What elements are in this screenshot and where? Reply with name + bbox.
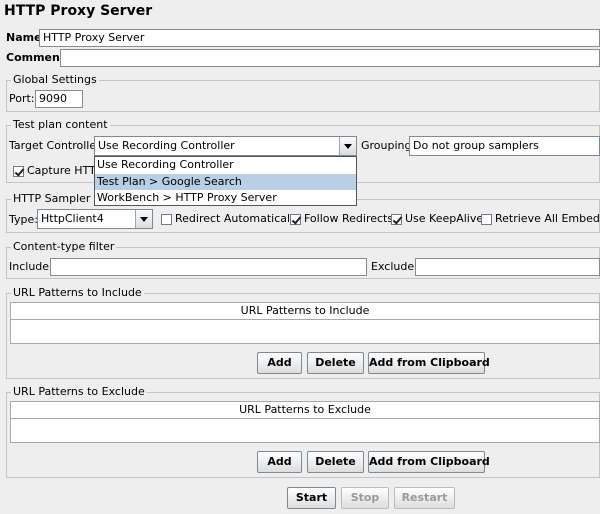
exclude-patterns-title: URL Patterns to Exclude bbox=[11, 385, 147, 399]
include-label: Include: bbox=[9, 260, 53, 273]
retrieve-embedded-label: Retrieve All Embedded bbox=[495, 212, 600, 225]
exclude-add-clipboard-button[interactable]: Add from Clipboard bbox=[368, 451, 490, 473]
name-field[interactable]: HTTP Proxy Server bbox=[39, 29, 600, 47]
comments-field[interactable] bbox=[60, 49, 600, 67]
grouping-value: Do not group samplers bbox=[413, 139, 539, 152]
redirect-auto-checkbox[interactable] bbox=[161, 214, 172, 225]
port-label: Port: bbox=[9, 92, 35, 105]
dropdown-option-proxy-server[interactable]: WorkBench > HTTP Proxy Server bbox=[95, 190, 356, 206]
target-controller-dropdown: Use Recording Controller Test Plan > Goo… bbox=[94, 156, 357, 206]
global-settings-title: Global Settings bbox=[11, 73, 99, 87]
stop-button[interactable]: Stop bbox=[341, 487, 389, 509]
restart-button[interactable]: Restart bbox=[394, 487, 455, 509]
port-field[interactable]: 9090 bbox=[35, 90, 83, 108]
type-label: Type: bbox=[9, 213, 38, 226]
dropdown-option-recording[interactable]: Use Recording Controller bbox=[95, 157, 356, 173]
grouping-combo[interactable]: Do not group samplers bbox=[409, 136, 600, 156]
follow-redirects-label: Follow Redirects bbox=[304, 212, 394, 225]
capture-http-checkbox[interactable] bbox=[13, 166, 24, 177]
keepalive-label: Use KeepAlive bbox=[405, 212, 484, 225]
exclude-patterns-table[interactable]: URL Patterns to Exclude bbox=[10, 401, 600, 443]
include-patterns-title: URL Patterns to Include bbox=[11, 286, 144, 300]
keepalive-checkbox[interactable] bbox=[391, 214, 402, 225]
include-add-button[interactable]: Add bbox=[257, 352, 302, 374]
type-combo[interactable]: HttpClient4 bbox=[37, 209, 153, 229]
chevron-down-icon[interactable] bbox=[135, 210, 152, 228]
start-button[interactable]: Start bbox=[287, 487, 336, 509]
follow-redirects-checkbox[interactable] bbox=[290, 214, 301, 225]
grouping-label: Grouping: bbox=[361, 139, 416, 152]
include-delete-button[interactable]: Delete bbox=[307, 352, 364, 374]
target-controller-value: Use Recording Controller bbox=[98, 139, 235, 152]
page-title: HTTP Proxy Server bbox=[4, 3, 153, 19]
test-plan-title: Test plan content bbox=[11, 118, 110, 132]
exclude-label: Exclude: bbox=[371, 260, 418, 273]
exclude-add-button[interactable]: Add bbox=[257, 451, 302, 473]
exclude-delete-button[interactable]: Delete bbox=[307, 451, 364, 473]
chevron-down-icon[interactable] bbox=[339, 137, 356, 155]
exclude-field[interactable] bbox=[415, 258, 600, 276]
target-controller-label: Target Controller: bbox=[9, 139, 105, 152]
retrieve-embedded-checkbox[interactable] bbox=[481, 214, 492, 225]
include-field[interactable] bbox=[50, 258, 367, 276]
exclude-patterns-header: URL Patterns to Exclude bbox=[11, 402, 599, 419]
dropdown-option-google-search[interactable]: Test Plan > Google Search bbox=[95, 174, 356, 190]
type-value: HttpClient4 bbox=[41, 212, 104, 225]
content-filter-title: Content-type filter bbox=[11, 240, 117, 254]
include-patterns-header: URL Patterns to Include bbox=[11, 303, 599, 320]
global-settings-panel: Global Settings bbox=[6, 73, 600, 112]
include-patterns-table[interactable]: URL Patterns to Include bbox=[10, 302, 600, 344]
target-controller-combo[interactable]: Use Recording Controller bbox=[94, 136, 357, 156]
include-add-clipboard-button[interactable]: Add from Clipboard bbox=[368, 352, 490, 374]
redirect-auto-label: Redirect Automatically bbox=[175, 212, 300, 225]
